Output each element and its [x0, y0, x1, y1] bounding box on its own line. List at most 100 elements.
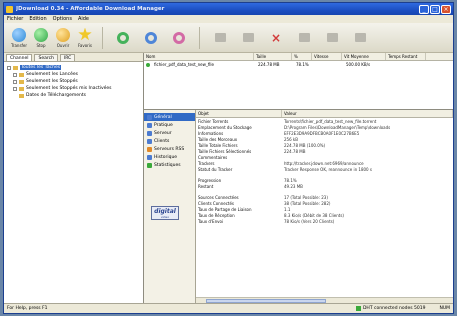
- property-value: http://tracker.jdown.net:6969/announce: [284, 160, 364, 166]
- col-speed[interactable]: Vitesse: [312, 53, 342, 60]
- property-key: Taille Totale Fichiers: [198, 142, 238, 148]
- resume-icon[interactable]: [113, 28, 133, 48]
- tree-item-stopped[interactable]: Seulement les Stoppés: [7, 78, 140, 85]
- folder-icon: [19, 93, 24, 98]
- digital-video-logo: digital video: [151, 206, 179, 220]
- property-key: Taille Fichiers Sélectionnés: [198, 148, 252, 154]
- property-value: EFF2E3D9A9DFBCB0A0F1E0C27B6E5: [284, 130, 360, 136]
- expand-icon[interactable]: [7, 65, 11, 70]
- property-value: 224.78 MB: [284, 148, 306, 154]
- left-panel: Channel Search IRC Toutes les Tâches Seu…: [4, 53, 144, 303]
- folder-icon: [13, 65, 18, 70]
- expand-icon[interactable]: [13, 79, 17, 84]
- menu-fichier[interactable]: Fichier: [7, 16, 23, 22]
- col-size[interactable]: Taille: [254, 53, 292, 60]
- status-dht: DHT connected nodes 5019: [362, 306, 426, 311]
- col-remaining[interactable]: Temps Restant: [386, 53, 426, 60]
- property-row[interactable]: Taux d'Envoi 78 Kio/s (Vers 20 Clients): [196, 218, 453, 224]
- property-value: 224.78 MB (100.0%): [284, 142, 326, 148]
- download-list: Nom Taille % Vitesse Vit Moyenne Temps R…: [144, 53, 453, 110]
- property-value: 38 (Total Possible: 282): [284, 200, 331, 206]
- property-key: Commentaires: [198, 154, 228, 160]
- property-value: D:\Program Files\DownloadManager\Temp\do…: [284, 124, 391, 130]
- settings-icon[interactable]: [322, 28, 342, 48]
- users-icon: [147, 138, 152, 144]
- status-num: NUM: [439, 306, 450, 311]
- title-bar: JDownload 0.34 - Affordable Download Man…: [4, 3, 453, 15]
- col-percent[interactable]: %: [292, 53, 312, 60]
- nav-clients[interactable]: Clients: [144, 137, 195, 145]
- nav-historique[interactable]: Historique: [144, 153, 195, 161]
- expand-icon[interactable]: [13, 72, 17, 77]
- left-tabs: Channel Search IRC: [4, 53, 143, 62]
- globe-icon: [12, 27, 26, 42]
- property-value: 8.3 Kio/s (Débit de 38 Clients): [284, 212, 344, 218]
- tab-channel[interactable]: Channel: [6, 54, 33, 61]
- property-value: 78 Kio/s (Vers 20 Clients): [284, 218, 335, 224]
- property-key: Restant: [198, 183, 214, 189]
- stop-button[interactable]: Stop: [30, 25, 52, 51]
- folder-icon: [19, 79, 24, 84]
- delete-icon[interactable]: ×: [266, 28, 286, 48]
- open-button[interactable]: Ouvrir: [52, 25, 74, 51]
- tree-item-started[interactable]: Seulement les Lancées: [7, 71, 140, 78]
- move-down-icon[interactable]: [238, 28, 258, 48]
- menu-aide[interactable]: Aide: [78, 16, 89, 22]
- network-icon: [355, 306, 361, 311]
- property-value: Torrents\fichier_pdf_data_test_new_file.…: [284, 118, 377, 124]
- window-title: JDownload 0.34 - Affordable Download Man…: [16, 6, 165, 12]
- star-icon: [78, 27, 92, 41]
- minimize-button[interactable]: _: [419, 4, 429, 14]
- application-window: JDownload 0.34 - Affordable Download Man…: [3, 2, 454, 314]
- toolbar: Transfer Stop Ouvrir Favoris ×: [4, 23, 453, 53]
- property-key: Progression: [198, 177, 222, 183]
- property-key: Fichier Torrents: [198, 118, 229, 124]
- favorites-button[interactable]: Favoris: [74, 25, 96, 51]
- refresh-icon[interactable]: [169, 28, 189, 48]
- tree-item-all[interactable]: Toutes les Tâches: [7, 64, 140, 71]
- properties-table: Objet Valeur Fichier Torrents Torrents\fi…: [196, 110, 453, 303]
- toolbar-separator: [199, 26, 200, 49]
- close-button[interactable]: ×: [441, 4, 451, 14]
- app-icon: [6, 5, 13, 13]
- maximize-button[interactable]: □: [430, 4, 440, 14]
- folder-icon: [19, 72, 24, 77]
- col-value[interactable]: Valeur: [282, 110, 453, 117]
- expand-icon[interactable]: [13, 86, 17, 91]
- download-name: fichier_pdf_data_test_new_file: [154, 62, 215, 67]
- property-value: 17 (Total Possible: 23): [284, 194, 328, 200]
- main-area: Channel Search IRC Toutes les Tâches Seu…: [4, 53, 453, 303]
- col-object[interactable]: Objet: [196, 110, 282, 117]
- property-value: 78.1%: [284, 177, 297, 183]
- tree-item-inactive[interactable]: Seulement les Stoppés mis Inactivées: [7, 85, 140, 92]
- folder-icon: [56, 27, 70, 42]
- nav-pratique[interactable]: Pratique: [144, 121, 195, 129]
- property-key: Taux de Réception: [198, 212, 235, 218]
- download-size: 224.78 MB: [258, 62, 280, 67]
- property-key: Emplacement du Stockage: [198, 124, 252, 130]
- folder-icon: [19, 86, 24, 91]
- status-bar: For Help, press F1 DHT connected nodes 5…: [4, 303, 453, 313]
- transfer-button[interactable]: Transfer: [8, 25, 30, 51]
- nav-rss[interactable]: Serveurs RSS: [144, 145, 195, 153]
- menu-edition[interactable]: Edition: [29, 16, 46, 22]
- document-icon: [147, 122, 152, 128]
- nav-statistiques[interactable]: Statistiques: [144, 161, 195, 169]
- tab-search[interactable]: Search: [34, 54, 58, 61]
- menu-options[interactable]: Options: [53, 16, 72, 22]
- history-icon: [147, 154, 152, 160]
- properties-body: Fichier Torrents Torrents\fichier_pdf_dat…: [196, 118, 453, 224]
- move-up-icon[interactable]: [210, 28, 230, 48]
- download-row[interactable]: fichier_pdf_data_test_new_file 224.78 MB…: [144, 61, 453, 68]
- server-icon: [147, 130, 152, 136]
- properties-icon[interactable]: [294, 28, 314, 48]
- nav-serveur[interactable]: Serveur: [144, 129, 195, 137]
- col-name[interactable]: Nom: [144, 53, 254, 60]
- pause-icon[interactable]: [141, 28, 161, 48]
- nav-general[interactable]: Général: [144, 113, 195, 121]
- download-list-header: Nom Taille % Vitesse Vit Moyenne Temps R…: [144, 53, 453, 61]
- help-icon[interactable]: [350, 28, 370, 48]
- col-avg[interactable]: Vit Moyenne: [342, 53, 386, 60]
- tree-item-dates[interactable]: Dates de Téléchargements: [7, 92, 140, 99]
- tab-irc[interactable]: IRC: [59, 54, 76, 61]
